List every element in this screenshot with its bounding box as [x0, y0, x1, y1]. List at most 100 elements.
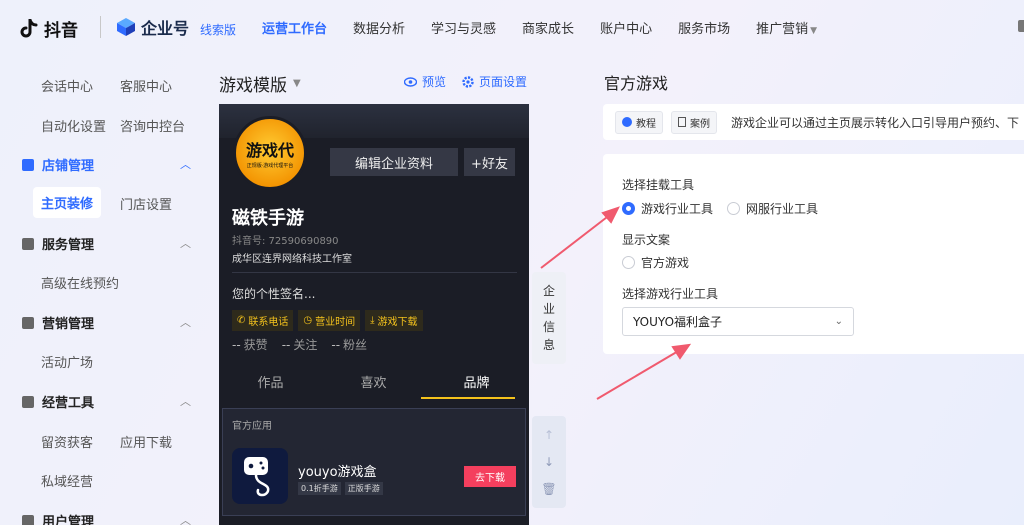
sidebar-item-homepage-decor[interactable]: 主页装修 — [33, 187, 102, 218]
stat-fans-value: -- — [331, 338, 341, 352]
sidebar-item-app-download[interactable]: 应用下载 — [120, 432, 172, 451]
douyin-logo[interactable]: 抖音 — [20, 16, 78, 41]
template-title: 游戏模版 — [219, 76, 287, 96]
enterprise-info-tab[interactable]: 企 业 信 息 — [532, 272, 566, 364]
radio-game-tool-label: 游戏行业工具 — [641, 202, 714, 216]
nav-data-analysis[interactable]: 数据分析 — [353, 18, 405, 37]
stat-fans-label: 粉丝 — [343, 338, 368, 352]
sidebar-group-tools[interactable]: 经营工具 — [22, 392, 94, 411]
nav-account-center[interactable]: 账户中心 — [600, 18, 652, 37]
service-icon — [22, 237, 34, 250]
add-friend-button[interactable]: +好友 — [464, 148, 515, 176]
profile-preview: 游戏代 正规版·游戏代理平台 编辑企业资料 +好友 磁铁手游 抖音号: 7259… — [219, 104, 529, 525]
stat-fans: -- 粉丝 — [331, 336, 367, 353]
tab-char: 企 — [542, 284, 555, 298]
tutorial-button[interactable]: 教程 — [615, 110, 663, 134]
logo-divider — [100, 16, 101, 38]
user-menu-icon[interactable] — [1018, 20, 1024, 32]
stat-following-label: 关注 — [293, 338, 318, 352]
arrow-down-icon[interactable]: ↓ — [544, 455, 554, 469]
radio-unchecked-icon — [727, 202, 741, 215]
tag-hours[interactable]: ◷ 营业时间 — [298, 310, 361, 331]
sidebar-item-customer-service[interactable]: 客服中心 — [120, 76, 172, 95]
game-tool-label: 选择游戏行业工具 — [622, 287, 719, 301]
mount-tool-label: 选择挂载工具 — [622, 178, 695, 192]
display-copy-radios: 官方游戏 — [622, 254, 689, 271]
avatar-subtext: 正规版·游戏代理平台 — [246, 163, 294, 169]
app-name: youyo游戏盒 — [298, 465, 377, 480]
tag-download[interactable]: ⤓ 游戏下载 — [365, 310, 423, 331]
radio-netservice-tool[interactable]: 网服行业工具 — [727, 200, 818, 217]
mount-tool-radios: 游戏行业工具 网服行业工具 — [622, 200, 818, 217]
chevron-up-icon[interactable]: ︿ — [180, 314, 191, 330]
template-selector[interactable]: 游戏模版 ▼ — [219, 71, 301, 96]
douyin-id: 抖音号: 72590690890 — [232, 236, 339, 247]
settings-form: 选择挂载工具 游戏行业工具 网服行业工具 显示文案 官方游戏 选择游戏行业工具 … — [603, 154, 1024, 354]
chevron-up-icon[interactable]: ︿ — [180, 235, 191, 251]
official-app-card[interactable]: 官方应用 youyo游戏盒 0.1折手游 正版手游 去下载 — [222, 408, 526, 516]
radio-official-game[interactable]: 官方游戏 — [622, 254, 689, 271]
app-badges: 0.1折手游 正版手游 — [298, 482, 383, 495]
radio-netservice-tool-label: 网服行业工具 — [746, 202, 819, 216]
tab-brand[interactable]: 品牌 — [425, 372, 528, 399]
radio-official-game-label: 官方游戏 — [641, 256, 690, 270]
sidebar-group-users[interactable]: 用户管理 — [22, 511, 94, 525]
cube-logo-icon — [116, 17, 136, 37]
profile-tabs: 作品 喜欢 品牌 — [219, 372, 529, 399]
tab-likes[interactable]: 喜欢 — [322, 372, 425, 399]
enterprise-logo[interactable]: 企业号 — [116, 15, 189, 39]
nav-learning[interactable]: 学习与灵感 — [431, 18, 496, 37]
account-name: 磁铁手游 — [232, 208, 304, 229]
stat-following: -- 关注 — [282, 336, 318, 353]
tag-hours-label: 营业时间 — [315, 317, 356, 328]
document-icon — [678, 117, 686, 127]
marketing-icon — [22, 316, 34, 329]
preview-button[interactable]: 预览 — [404, 73, 446, 90]
stat-likes: -- 获赞 — [232, 336, 268, 353]
tag-phone[interactable]: ✆ 联系电话 — [232, 310, 294, 331]
top-nav-bar: 抖音 企业号 线索版 运营工作台 数据分析 学习与灵感 商家成长 账户中心 服务… — [0, 0, 1024, 56]
sidebar: 会话中心 客服中心 自动化设置 咨询中控台 店铺管理 ︿ 主页装修 门店设置 服… — [0, 60, 205, 525]
page-settings-button[interactable]: 页面设置 — [462, 73, 527, 90]
edit-profile-button[interactable]: 编辑企业资料 — [330, 148, 458, 176]
tutorial-label: 教程 — [636, 118, 656, 130]
nav-service-market[interactable]: 服务市场 — [678, 18, 730, 37]
trash-icon[interactable]: 🗑 — [541, 482, 556, 496]
nav-merchant-growth[interactable]: 商家成长 — [522, 18, 574, 37]
sidebar-group-store[interactable]: 店铺管理 — [22, 155, 94, 174]
tag-download-label: 游戏下载 — [377, 317, 418, 328]
sidebar-item-consult-console[interactable]: 咨询中控台 — [120, 116, 185, 135]
tab-works[interactable]: 作品 — [219, 372, 322, 399]
sidebar-item-store-settings[interactable]: 门店设置 — [120, 194, 172, 213]
app-badge: 0.1折手游 — [298, 482, 341, 495]
info-bar: 教程 案例 游戏企业可以通过主页展示转化入口引导用户预约、下 — [603, 104, 1024, 140]
avatar: 游戏代 正规版·游戏代理平台 — [233, 116, 307, 190]
game-tool-select[interactable]: YOUYO福利盒子 ⌄ — [622, 307, 854, 336]
profile-stats: -- 获赞 -- 关注 -- 粉丝 — [232, 336, 367, 353]
sidebar-item-private-domain[interactable]: 私域经营 — [41, 471, 93, 490]
chevron-up-icon[interactable]: ︿ — [180, 156, 191, 172]
nav-promotion-label: 推广营销 — [756, 22, 809, 37]
chevron-up-icon[interactable]: ︿ — [180, 512, 191, 525]
arrow-up-icon[interactable]: ↑ — [544, 428, 554, 442]
radio-unchecked-icon — [622, 256, 635, 269]
sidebar-group-store-label: 店铺管理 — [42, 159, 95, 174]
sidebar-group-service[interactable]: 服务管理 — [22, 234, 94, 253]
tag-phone-label: 联系电话 — [248, 317, 289, 328]
nav-operations[interactable]: 运营工作台 — [262, 18, 327, 37]
sidebar-item-conversation[interactable]: 会话中心 — [41, 76, 93, 95]
download-button[interactable]: 去下载 — [464, 466, 516, 487]
radio-game-tool[interactable]: 游戏行业工具 — [622, 200, 713, 217]
sidebar-item-lead-capture[interactable]: 留资获客 — [41, 432, 93, 451]
sidebar-item-activity-plaza[interactable]: 活动广场 — [41, 352, 93, 371]
chevron-up-icon[interactable]: ︿ — [180, 393, 191, 409]
sidebar-item-online-booking[interactable]: 高级在线预约 — [41, 273, 119, 292]
sidebar-item-automation[interactable]: 自动化设置 — [41, 116, 106, 135]
user-icon — [22, 514, 34, 525]
sidebar-group-marketing[interactable]: 营销管理 — [22, 313, 94, 332]
tools-icon — [22, 395, 34, 408]
avatar-text: 游戏代 — [245, 141, 294, 160]
case-button[interactable]: 案例 — [671, 110, 717, 134]
nav-promotion[interactable]: 推广营销 ▼ — [756, 18, 817, 37]
caret-down-icon: ▼ — [293, 78, 301, 89]
